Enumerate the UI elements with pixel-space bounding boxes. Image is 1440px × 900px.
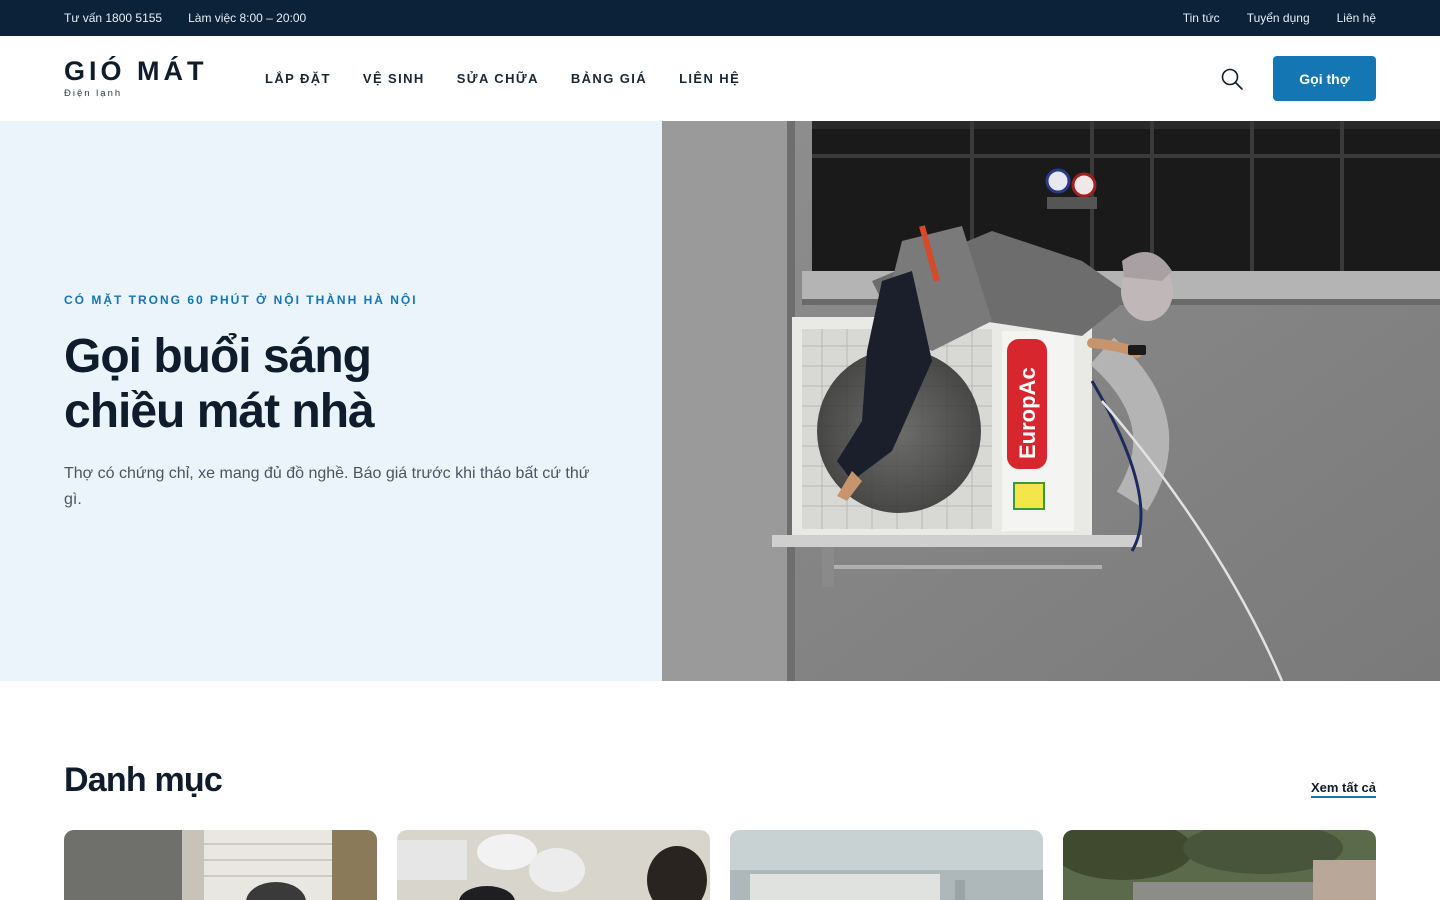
category-image [730, 830, 1043, 900]
nav-item-contact[interactable]: LIÊN HỆ [679, 71, 740, 86]
nav-item-cleaning[interactable]: VỆ SINH [363, 71, 425, 86]
logo-tagline: Điện lạnh [64, 88, 123, 99]
topbar-link-contact[interactable]: Liên hệ [1337, 11, 1376, 25]
topbar-link-news[interactable]: Tin tức [1183, 11, 1220, 25]
see-all-link[interactable]: Xem tất cả [1310, 780, 1376, 798]
categories-title: Danh mục [64, 761, 223, 799]
topbar-links: Tin tức Tuyển dụng Liên hệ [1156, 11, 1376, 25]
call-technician-button[interactable]: Gọi thợ [1273, 56, 1376, 101]
search-icon [1221, 68, 1243, 90]
hotline-text: Tư vấn 1800 5155 [64, 11, 163, 25]
category-image [397, 830, 710, 900]
category-card[interactable] [397, 830, 710, 900]
category-card[interactable] [64, 830, 377, 900]
site-header: GIÓ MÁT Điện lạnh LẮP ĐẶT VỆ SINH SỬA CH… [0, 36, 1440, 121]
categories-section: Danh mục Xem tất cả [0, 681, 1440, 900]
category-image [1063, 830, 1376, 900]
category-card[interactable] [1063, 830, 1376, 900]
nav-item-install[interactable]: LẮP ĐẶT [265, 71, 331, 86]
logo-title: GIÓ MÁT [64, 56, 208, 86]
hero-section: CÓ MẶT TRONG 60 PHÚT Ở NỘI THÀNH HÀ NỘI … [0, 121, 1440, 681]
topbar-link-careers[interactable]: Tuyển dụng [1247, 11, 1310, 25]
top-utility-bar: Tư vấn 1800 5155 Làm việc 8:00 – 20:00 T… [0, 0, 1440, 36]
hero-content: CÓ MẶT TRONG 60 PHÚT Ở NỘI THÀNH HÀ NỘI … [0, 121, 662, 681]
search-button[interactable] [1217, 64, 1247, 94]
category-image [64, 830, 377, 900]
technician-photo: EuropAc [662, 121, 1440, 681]
hero-image: EuropAc [662, 121, 1440, 681]
unit-brand-label: EuropAc [1015, 367, 1040, 459]
logo[interactable]: GIÓ MÁT Điện lạnh [64, 56, 234, 100]
header-actions: Gọi thợ [1217, 56, 1376, 101]
main-nav: LẮP ĐẶT VỆ SINH SỬA CHỮA BẢNG GIÁ LIÊN H… [265, 71, 772, 86]
nav-item-repair[interactable]: SỬA CHỮA [457, 71, 539, 86]
categories-header: Danh mục Xem tất cả [64, 761, 1376, 800]
hero-description: Thợ có chứng chỉ, xe mang đủ đồ nghề. Bá… [64, 465, 590, 508]
nav-item-pricing[interactable]: BẢNG GIÁ [571, 71, 647, 86]
topbar-info: Tư vấn 1800 5155 Làm việc 8:00 – 20:00 [64, 11, 332, 25]
category-cards [64, 830, 1376, 900]
hero-eyebrow: CÓ MẶT TRONG 60 PHÚT Ở NỘI THÀNH HÀ NỘI [64, 293, 418, 307]
hero-title: Gọi buổi sáng chiều mát nhà [64, 330, 375, 438]
category-card[interactable] [730, 830, 1043, 900]
working-hours-text: Làm việc 8:00 – 20:00 [188, 11, 307, 25]
